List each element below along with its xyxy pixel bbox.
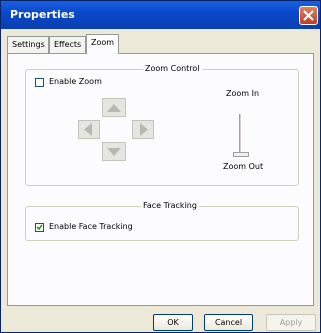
zoom-slider-thumb[interactable] <box>233 152 249 157</box>
close-button[interactable] <box>299 6 318 25</box>
tab-effects[interactable]: Effects <box>49 36 86 53</box>
zoom-up-button[interactable] <box>102 98 126 117</box>
ok-button[interactable]: OK <box>153 314 193 331</box>
title-bar[interactable]: Properties <box>1 1 320 29</box>
zoom-tab-panel: Zoom Control Enable Zoom Zoom In Zoom Ou… <box>7 53 314 306</box>
zoom-right-button[interactable] <box>132 120 154 139</box>
enable-face-tracking-checkbox[interactable] <box>35 223 44 232</box>
properties-dialog: Properties Settings Effects Zoom Zoom Co… <box>0 0 321 333</box>
face-tracking-legend: Face Tracking <box>141 201 199 210</box>
zoom-slider-track[interactable] <box>239 114 242 154</box>
tab-settings-label: Settings <box>12 40 45 49</box>
apply-button[interactable]: Apply <box>266 314 316 331</box>
enable-zoom-label: Enable Zoom <box>49 77 102 86</box>
tab-zoom-label: Zoom <box>91 38 115 47</box>
arrow-left-icon <box>84 123 92 136</box>
zoom-down-button[interactable] <box>102 142 126 161</box>
window-title: Properties <box>10 8 75 21</box>
zoom-in-label: Zoom In <box>226 89 260 98</box>
ok-button-label: OK <box>167 318 179 327</box>
zoom-left-button[interactable] <box>78 120 100 139</box>
zoom-control-legend: Zoom Control <box>143 64 202 73</box>
cancel-button[interactable]: Cancel <box>204 314 253 331</box>
arrow-down-icon <box>107 148 121 156</box>
tab-effects-label: Effects <box>54 40 82 49</box>
arrow-up-icon <box>107 104 121 112</box>
apply-button-label: Apply <box>279 318 303 327</box>
checkmark-icon <box>36 224 43 231</box>
arrow-right-icon <box>140 123 148 136</box>
close-icon <box>303 10 314 21</box>
zoom-out-label: Zoom Out <box>223 162 264 171</box>
tab-settings[interactable]: Settings <box>7 36 49 53</box>
face-tracking-group: Face Tracking Enable Face Tracking <box>25 201 299 241</box>
cancel-button-label: Cancel <box>214 318 243 327</box>
enable-zoom-checkbox[interactable] <box>35 78 44 87</box>
enable-face-tracking-label: Enable Face Tracking <box>49 222 133 231</box>
zoom-control-group: Zoom Control Enable Zoom Zoom In Zoom Ou… <box>25 64 299 186</box>
tab-zoom[interactable]: Zoom <box>86 34 119 54</box>
